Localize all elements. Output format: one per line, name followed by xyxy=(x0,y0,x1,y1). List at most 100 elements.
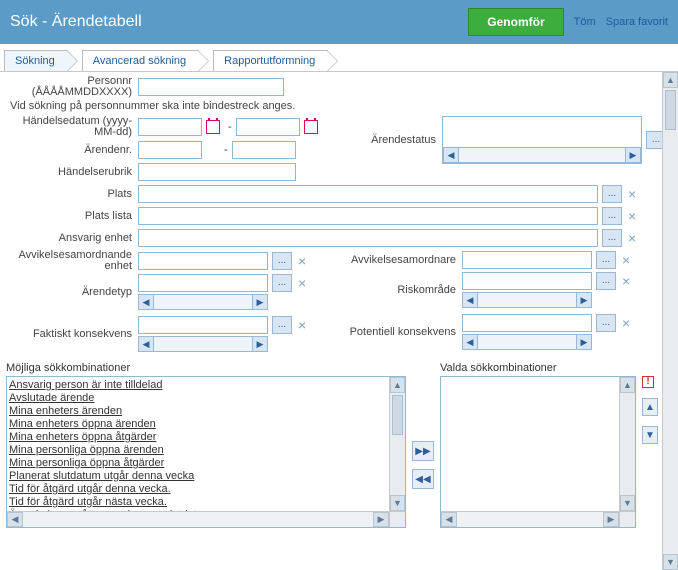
label-handelsedatum: Händelsedatum (yyyy-MM-dd) xyxy=(6,116,138,138)
scroll-track[interactable] xyxy=(478,334,576,350)
scroll-thumb[interactable] xyxy=(665,90,676,130)
scroll-right-icon[interactable]: ▶ xyxy=(576,292,592,308)
arendenr-to-input[interactable] xyxy=(232,141,296,159)
clear-icon[interactable]: × xyxy=(620,273,632,289)
clear-icon[interactable]: × xyxy=(296,253,308,269)
list-item[interactable]: Mina enheters öppna ärenden xyxy=(9,418,403,431)
list-item[interactable]: Mina enheters öppna åtgärder xyxy=(9,431,403,444)
label-arendestatus: Ärendestatus xyxy=(332,134,442,146)
scroll-track[interactable] xyxy=(154,294,252,310)
transfer-controls: ▶▶ ◀◀ xyxy=(412,362,434,528)
scroll-right-icon[interactable]: ▶ xyxy=(625,147,641,163)
personnr-input[interactable] xyxy=(138,78,284,96)
clear-icon[interactable]: × xyxy=(296,317,308,333)
scroll-right-icon[interactable]: ▶ xyxy=(252,294,268,310)
scroll-track[interactable] xyxy=(478,292,576,308)
plats-input[interactable] xyxy=(138,185,598,203)
riskomrade-input[interactable] xyxy=(462,272,592,290)
scroll-up-icon[interactable]: ▲ xyxy=(390,377,405,393)
alert-icon[interactable]: ! xyxy=(642,376,654,388)
list-item[interactable]: Avslutade ärende xyxy=(9,392,403,405)
list-item[interactable]: Planerat slutdatum utgår denna vecka xyxy=(9,470,403,483)
list-item[interactable]: Ansvarig person är inte tilldelad xyxy=(9,379,403,392)
scrollbar-vertical[interactable]: ▲ ▼ xyxy=(389,377,405,511)
clear-icon[interactable]: × xyxy=(626,208,638,224)
selected-combinations-listbox[interactable]: ▲ ▼ ◀ ▶ xyxy=(440,376,636,528)
clear-icon[interactable]: × xyxy=(626,186,638,202)
label-arendenr: Ärendenr. xyxy=(6,144,138,156)
arendetyp-input[interactable] xyxy=(138,274,268,292)
list-item[interactable]: Mina enheters ärenden xyxy=(9,405,403,418)
move-right-button[interactable]: ▶▶ xyxy=(412,441,434,461)
clear-icon[interactable]: × xyxy=(620,252,632,268)
page-scrollbar-vertical[interactable]: ▲ ▼ xyxy=(662,72,678,570)
list-item[interactable]: Tid för åtgärd utgår denna vecka. xyxy=(9,483,403,496)
scroll-left-icon[interactable]: ◀ xyxy=(138,294,154,310)
potentiell-konsekvens-input[interactable] xyxy=(462,314,592,332)
lookup-button[interactable]: ... xyxy=(596,272,616,290)
scroll-track[interactable] xyxy=(154,336,252,352)
clear-icon[interactable]: × xyxy=(626,230,638,246)
tab-rapportutformning[interactable]: Rapportutformning xyxy=(213,50,328,71)
lookup-button[interactable]: ... xyxy=(596,314,616,332)
scroll-track[interactable] xyxy=(23,512,373,527)
avvik-enhet-input[interactable] xyxy=(138,252,268,270)
move-down-button[interactable]: ▼ xyxy=(642,426,658,444)
scroll-right-icon[interactable]: ▶ xyxy=(603,512,619,527)
scroll-left-icon[interactable]: ◀ xyxy=(138,336,154,352)
arendenr-from-input[interactable] xyxy=(138,141,202,159)
save-favorite-link[interactable]: Spara favorit xyxy=(606,16,668,28)
faktisk-konsekvens-input[interactable] xyxy=(138,316,268,334)
scroll-down-icon[interactable]: ▼ xyxy=(390,495,405,511)
scroll-left-icon[interactable]: ◀ xyxy=(462,292,478,308)
lookup-button[interactable]: ... xyxy=(272,316,292,334)
scroll-right-icon[interactable]: ▶ xyxy=(373,512,389,527)
calendar-icon[interactable] xyxy=(304,120,318,134)
label-avvik-enhet: Avvikelsesamordnande enhet xyxy=(6,250,138,272)
lookup-button[interactable]: ... xyxy=(596,251,616,269)
calendar-icon[interactable] xyxy=(206,120,220,134)
lookup-button[interactable]: ... xyxy=(272,274,292,292)
clear-link[interactable]: Töm xyxy=(574,16,596,28)
tab-avancerad-sokning[interactable]: Avancerad sökning xyxy=(82,50,199,71)
list-item[interactable]: Mina personliga öppna åtgärder xyxy=(9,457,403,470)
scroll-right-icon[interactable]: ▶ xyxy=(576,334,592,350)
scroll-up-icon[interactable]: ▲ xyxy=(663,72,678,88)
tab-sokning[interactable]: Sökning xyxy=(4,50,68,71)
clear-icon[interactable]: × xyxy=(296,275,308,291)
date-from-input[interactable] xyxy=(138,118,202,136)
scroll-left-icon[interactable]: ◀ xyxy=(462,334,478,350)
move-left-button[interactable]: ◀◀ xyxy=(412,469,434,489)
lookup-button[interactable]: ... xyxy=(602,207,622,225)
clear-icon[interactable]: × xyxy=(620,315,632,331)
scroll-right-icon[interactable]: ▶ xyxy=(252,336,268,352)
lookup-button[interactable]: ... xyxy=(602,185,622,203)
handelserubrik-input[interactable] xyxy=(138,163,296,181)
scrollbar-horizontal[interactable]: ◀ ▶ xyxy=(7,511,389,527)
lookup-button[interactable]: ... xyxy=(602,229,622,247)
plats-lista-input[interactable] xyxy=(138,207,598,225)
header: Sök - Ärendetabell Genomför Töm Spara fa… xyxy=(0,0,678,44)
label-faktisk-konsekvens: Faktiskt konsekvens xyxy=(6,328,138,340)
lookup-button[interactable]: ... xyxy=(272,252,292,270)
date-to-input[interactable] xyxy=(236,118,300,136)
avvik-samordnare-input[interactable] xyxy=(462,251,592,269)
possible-combinations-listbox[interactable]: Ansvarig person är inte tilldeladAvsluta… xyxy=(6,376,406,528)
scroll-down-icon[interactable]: ▼ xyxy=(620,495,635,511)
scroll-up-icon[interactable]: ▲ xyxy=(620,377,635,393)
scroll-left-icon[interactable]: ◀ xyxy=(441,512,457,527)
scroll-down-icon[interactable]: ▼ xyxy=(663,554,678,570)
submit-button[interactable]: Genomför xyxy=(468,8,563,36)
list-item[interactable]: Tid för åtgärd utgår nästa vecka. xyxy=(9,496,403,509)
scrollbar-vertical[interactable]: ▲ ▼ xyxy=(619,377,635,511)
scroll-thumb[interactable] xyxy=(392,395,403,435)
scroll-left-icon[interactable]: ◀ xyxy=(443,147,459,163)
move-up-button[interactable]: ▲ xyxy=(642,398,658,416)
list-item[interactable]: Mina personliga öppna ärenden xyxy=(9,444,403,457)
label-handelserubrik: Händelserubrik xyxy=(6,166,138,178)
arendestatus-select[interactable]: ◀ ▶ xyxy=(442,116,642,164)
scrollbar-horizontal[interactable]: ◀ ▶ xyxy=(441,511,619,527)
scroll-left-icon[interactable]: ◀ xyxy=(7,512,23,527)
scroll-track[interactable] xyxy=(457,512,603,527)
ansvarig-enhet-input[interactable] xyxy=(138,229,598,247)
